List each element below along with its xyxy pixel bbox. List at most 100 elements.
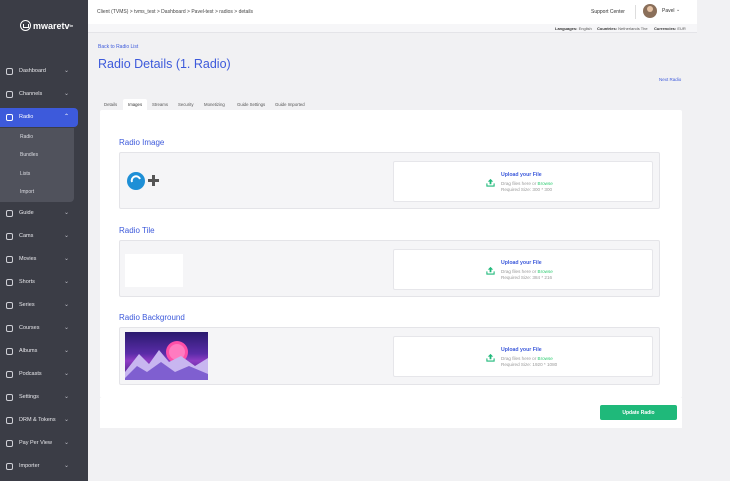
sidebar-item-label: Cams (19, 233, 34, 239)
page-title: Radio Details (1. Radio) (98, 57, 231, 71)
radio-tile-box: Upload your File Drag files here or Brow… (119, 240, 660, 297)
drm-icon (6, 417, 13, 424)
upload-icon (486, 266, 495, 275)
podcasts-icon (6, 371, 13, 378)
avatar[interactable] (643, 4, 657, 18)
currencies-value: EUR (677, 26, 686, 31)
sidebar-item-podcasts[interactable]: Podcasts ⌄ (0, 365, 78, 384)
shorts-icon (6, 279, 13, 286)
sidebar-item-label: Importer (19, 463, 40, 469)
submenu-item-radio[interactable]: Radio (20, 134, 33, 140)
languages-value: English (578, 26, 592, 31)
sidebar-item-label: Settings (19, 394, 39, 400)
divider (635, 5, 636, 19)
sidebar-item-courses[interactable]: Courses ⌄ (0, 319, 78, 338)
upload-drag-text: Drag files here or Browse (501, 181, 553, 186)
chevron-down-icon: ⌄ (64, 440, 70, 446)
sidebar-item-label: Courses (19, 325, 40, 331)
sidebar-item-label: Pay Per View (19, 440, 52, 446)
radio-image-box: Upload your File Drag files here or Brow… (119, 152, 660, 209)
sidebar-item-cams[interactable]: Cams ⌄ (0, 227, 78, 246)
courses-icon (6, 325, 13, 332)
radio-logo-image (127, 172, 159, 190)
sidebar-item-shorts[interactable]: Shorts ⌄ (0, 273, 78, 292)
sidebar-item-channels[interactable]: Channels ⌄ (0, 85, 78, 104)
radio-image-upload-dropzone[interactable]: Upload your File Drag files here or Brow… (393, 161, 653, 202)
tab-images[interactable]: Images (123, 99, 148, 110)
upload-icon (486, 178, 495, 187)
currencies-info: Currencies: EUR (654, 26, 686, 31)
channels-icon (6, 91, 13, 98)
chevron-down-icon: ⌄ (64, 463, 70, 469)
next-radio-link[interactable]: Next Radio (659, 77, 681, 82)
sidebar-item-ppv[interactable]: Pay Per View ⌄ (0, 434, 78, 453)
actions-bar (100, 398, 682, 428)
sidebar-item-guide[interactable]: Guide ⌄ (0, 204, 78, 223)
countries-value: Netherlands The (618, 26, 648, 31)
countries-info: Countries: Netherlands The (597, 26, 648, 31)
drag-text: Drag files here or (501, 356, 537, 361)
dashboard-icon (6, 68, 13, 75)
sidebar-item-label: Series (19, 302, 35, 308)
chevron-down-icon: ⌄ (64, 279, 70, 285)
update-radio-button[interactable]: Update Radio (600, 405, 677, 420)
browse-link[interactable]: Browse (538, 356, 553, 361)
sidebar-item-label: Podcasts (19, 371, 42, 377)
submenu-item-lists[interactable]: Lists (20, 171, 30, 177)
sidebar-item-series[interactable]: Series ⌄ (0, 296, 78, 315)
radio-background-image (125, 332, 208, 380)
browse-link[interactable]: Browse (538, 269, 553, 274)
tab-guide-settings[interactable]: Guide Settings (237, 99, 265, 110)
section-title-radio-image: Radio Image (119, 138, 165, 147)
breadcrumb[interactable]: Client (TVMS) > tvms_test > Dashboard > … (97, 9, 253, 15)
tab-guide-imported[interactable]: Guide Imported (275, 99, 305, 110)
upload-drag-text: Drag files here or Browse (501, 356, 553, 361)
sidebar-item-albums[interactable]: Albums ⌄ (0, 342, 78, 361)
sidebar-item-importer[interactable]: Importer ⌄ (0, 457, 78, 476)
radio-submenu: Radio Bundles Lists Import (0, 128, 74, 202)
settings-icon (6, 394, 13, 401)
chevron-down-icon[interactable]: ⌄ (676, 7, 680, 13)
movies-icon (6, 256, 13, 263)
sidebar-item-movies[interactable]: Movies ⌄ (0, 250, 78, 269)
sidebar: mwaretv tv Dashboard ⌄ Channels ⌄ Radio ⌃… (0, 0, 88, 481)
sidebar-item-radio[interactable]: Radio ⌃ (0, 108, 78, 127)
currencies-label: Currencies: (654, 26, 677, 31)
user-name[interactable]: Pavel (662, 8, 675, 14)
tab-monetizing[interactable]: Monetizing (204, 99, 225, 110)
sidebar-item-drm[interactable]: DRM & Tokens ⌄ (0, 411, 78, 430)
required-size: Required Size: 384 * 216 (501, 275, 553, 280)
sidebar-item-label: Albums (19, 348, 38, 354)
chevron-down-icon: ⌄ (64, 394, 70, 400)
required-size: Required Size: 300 * 300 (501, 187, 553, 192)
drag-text: Drag files here or (501, 181, 537, 186)
submenu-item-bundles[interactable]: Bundles (20, 152, 38, 158)
radio-background-box: Upload your File Drag files here or Brow… (119, 327, 660, 385)
radio-icon (6, 114, 13, 121)
upload-title: Upload your File (501, 260, 542, 266)
locale-bar: Languages: English Countries: Netherland… (88, 24, 697, 33)
radio-background-upload-dropzone[interactable]: Upload your File Drag files here or Brow… (393, 336, 653, 377)
tab-details[interactable]: Details (104, 99, 117, 110)
radio-tile-upload-dropzone[interactable]: Upload your File Drag files here or Brow… (393, 249, 653, 290)
tab-streams[interactable]: Streams (152, 99, 168, 110)
importer-icon (6, 463, 13, 470)
languages-info: Languages: English (555, 26, 592, 31)
radio-tile-image (125, 254, 183, 287)
back-to-list-link[interactable]: Back to Radio List (98, 44, 138, 50)
albums-icon (6, 348, 13, 355)
required-size: Required Size: 1920 * 1080 (501, 362, 558, 367)
tab-security[interactable]: Security (178, 99, 194, 110)
brand-logo[interactable]: mwaretv tv (20, 20, 73, 31)
sidebar-item-dashboard[interactable]: Dashboard ⌄ (0, 62, 78, 81)
sidebar-item-settings[interactable]: Settings ⌄ (0, 388, 78, 407)
chevron-down-icon: ⌄ (64, 325, 70, 331)
logo-mark-icon (20, 20, 31, 31)
browse-link[interactable]: Browse (538, 181, 553, 186)
sidebar-item-label: Dashboard (19, 68, 46, 74)
chevron-down-icon: ⌄ (64, 417, 70, 423)
submenu-item-import[interactable]: Import (20, 189, 34, 195)
support-center-link[interactable]: Support Center (591, 9, 625, 15)
chevron-up-icon: ⌃ (64, 114, 70, 120)
chevron-down-icon: ⌄ (64, 371, 70, 377)
